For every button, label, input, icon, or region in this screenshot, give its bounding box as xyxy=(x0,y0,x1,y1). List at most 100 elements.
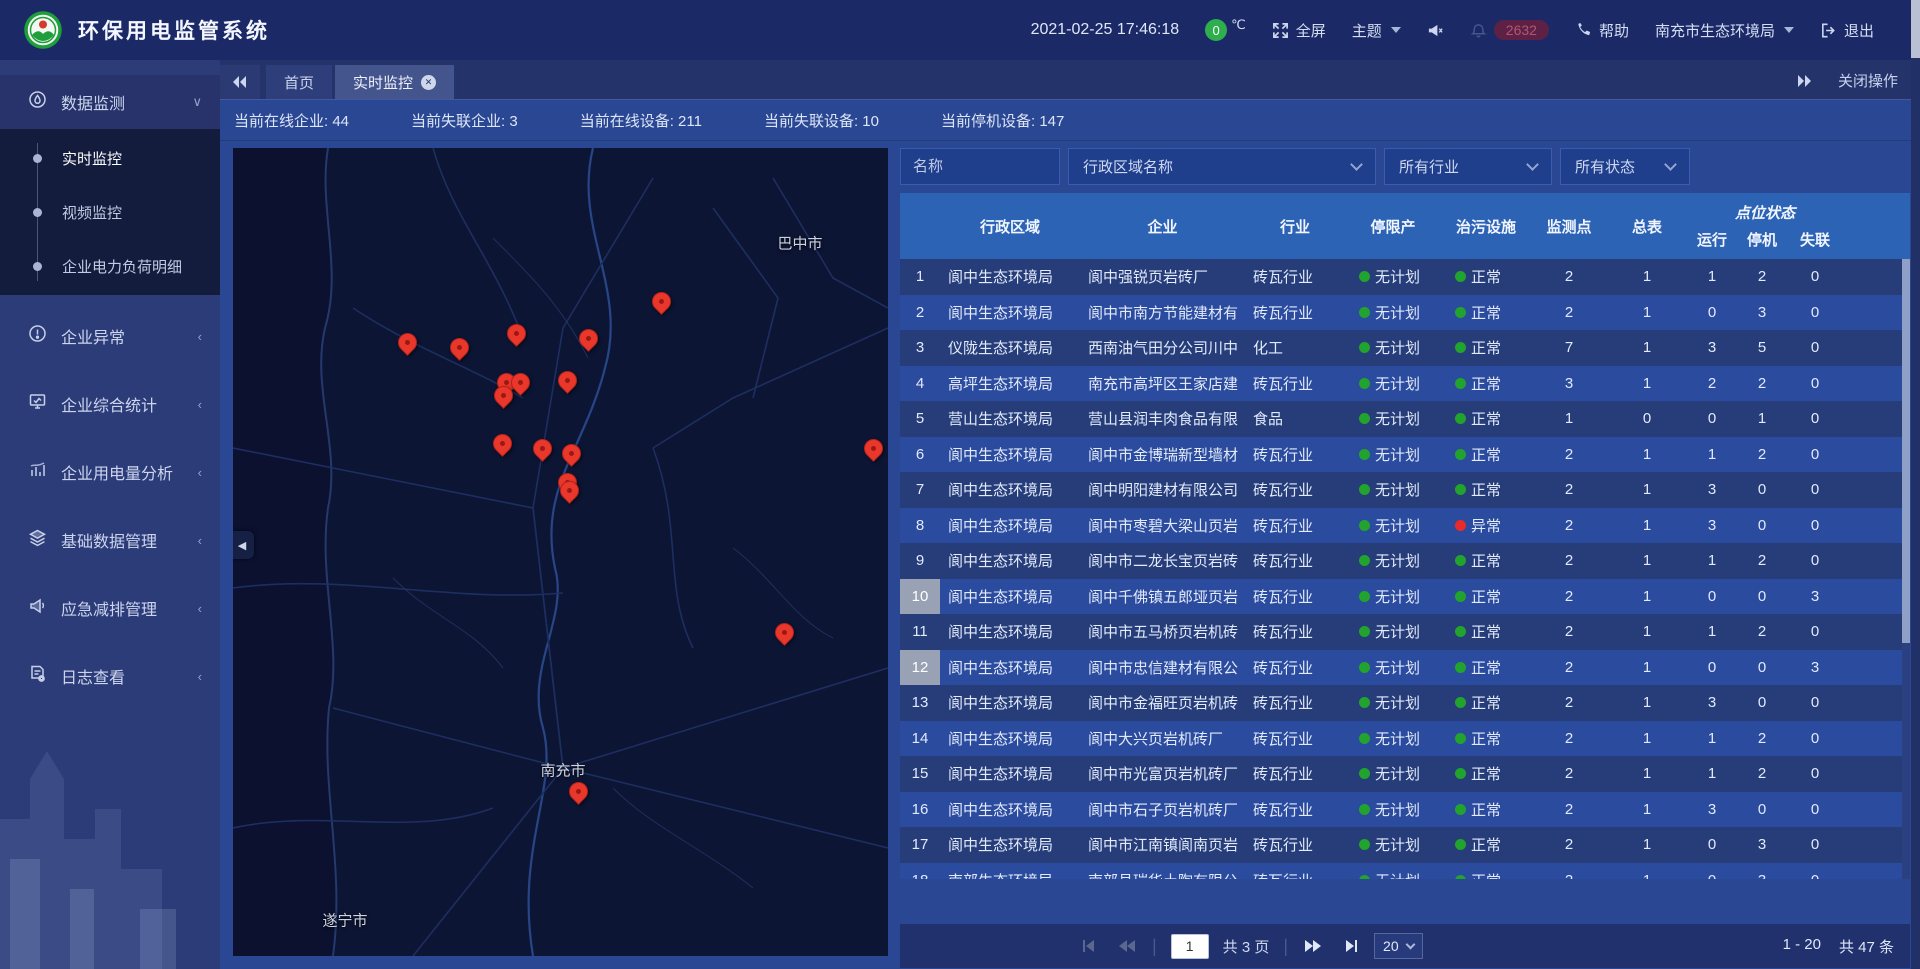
help-label: 帮助 xyxy=(1599,20,1629,41)
sidebar-subitem[interactable]: 企业电力负荷明细 xyxy=(0,239,220,293)
table-row[interactable]: 17 阆中生态环境局 阆中市江南镇阆南页岩 砖瓦行业 无计划 正常 2 1 0 … xyxy=(900,827,1910,863)
sidebar-item-6[interactable]: 应急减排管理 ‹ xyxy=(0,581,220,635)
content-area: 巴中市南充市遂宁市 ◀ 行政区域名称 所有行业 所有状态 xyxy=(220,141,1920,969)
prev-page-button[interactable] xyxy=(1116,935,1138,957)
row-meter: 1 xyxy=(1607,765,1687,782)
sidebar-subitem[interactable]: 实时监控 xyxy=(0,131,220,185)
logout-button[interactable]: 退出 xyxy=(1820,20,1874,41)
status-select[interactable]: 所有状态 xyxy=(1560,148,1690,185)
row-points: 2 xyxy=(1531,588,1607,605)
table-row[interactable]: 16 阆中生态环境局 阆中市石子页岩机砖厂 砖瓦行业 无计划 正常 2 1 3 … xyxy=(900,792,1910,828)
row-meter: 1 xyxy=(1607,836,1687,853)
close-operations-button[interactable]: 关闭操作 xyxy=(1838,70,1898,91)
table-row[interactable]: 3 仪陇生态环境局 西南油气田分公司川中 化工 无计划 正常 7 1 3 5 0 xyxy=(900,330,1910,366)
help-button[interactable]: 帮助 xyxy=(1575,20,1629,41)
row-facility-status: 正常 xyxy=(1441,763,1531,784)
sidebar-item-3[interactable]: 企业综合统计 ‹ xyxy=(0,377,220,431)
region-select[interactable]: 行政区域名称 xyxy=(1068,148,1376,185)
row-stop-status: 无计划 xyxy=(1345,657,1441,678)
status-dot-icon xyxy=(1455,484,1466,495)
row-run: 1 xyxy=(1687,268,1737,285)
tabs-scroll-left-button[interactable] xyxy=(220,65,260,99)
page-size-select[interactable]: 20 xyxy=(1374,933,1423,959)
row-lost: 0 xyxy=(1787,446,1843,463)
monitor-icon xyxy=(28,90,47,114)
sidebar-item-7[interactable]: 日志查看 ‹ xyxy=(0,649,220,703)
next-page-button[interactable] xyxy=(1302,935,1324,957)
fullscreen-button[interactable]: 全屏 xyxy=(1272,20,1326,41)
row-industry: 砖瓦行业 xyxy=(1245,692,1345,713)
table-row[interactable]: 7 阆中生态环境局 阆中明阳建材有限公司 砖瓦行业 无计划 正常 2 1 3 0… xyxy=(900,472,1910,508)
table-scrollbar[interactable] xyxy=(1902,259,1910,879)
table-scrollbar-thumb[interactable] xyxy=(1902,259,1910,643)
sidebar-item-label: 数据监测 xyxy=(61,90,125,114)
table-row[interactable]: 9 阆中生态环境局 阆中市二龙长宝页岩砖 砖瓦行业 无计划 正常 2 1 1 2… xyxy=(900,543,1910,579)
status-dot-icon xyxy=(1359,555,1370,566)
row-stop-status: 无计划 xyxy=(1345,515,1441,536)
table-row[interactable]: 12 阆中生态环境局 阆中市忠信建材有限公 砖瓦行业 无计划 正常 2 1 0 … xyxy=(900,650,1910,686)
sidebar-item-label: 企业用电量分析 xyxy=(61,460,173,484)
sidebar-item-5[interactable]: 基础数据管理 ‹ xyxy=(0,513,220,567)
row-meter: 1 xyxy=(1607,730,1687,747)
table-row[interactable]: 4 高坪生态环境局 南充市高坪区王家店建 砖瓦行业 无计划 正常 3 1 2 2… xyxy=(900,366,1910,402)
row-meter: 0 xyxy=(1607,410,1687,427)
name-search-input[interactable] xyxy=(900,148,1060,185)
table-row[interactable]: 10 阆中生态环境局 阆中千佛镇五郎垭页岩 砖瓦行业 无计划 正常 2 1 0 … xyxy=(900,579,1910,615)
log-icon xyxy=(28,664,47,688)
sidebar-item-label: 企业异常 xyxy=(61,324,125,348)
pagination-bar: | 1 共 3 页 | 20 xyxy=(900,924,1910,968)
last-page-button[interactable] xyxy=(1338,935,1360,957)
notifications-button[interactable]: 2632 xyxy=(1470,20,1549,40)
total-pages-label: 共 3 页 xyxy=(1223,936,1270,957)
row-index: 4 xyxy=(900,366,940,402)
row-region: 南部生态环境局 xyxy=(940,870,1080,879)
page-number-input[interactable]: 1 xyxy=(1171,934,1209,959)
row-region: 高坪生态环境局 xyxy=(940,373,1080,394)
table-row[interactable]: 5 营山生态环境局 营山县润丰肉食品有限 食品 无计划 正常 1 0 0 1 0 xyxy=(900,401,1910,437)
tab-首页[interactable]: 首页 xyxy=(266,65,332,99)
first-page-button[interactable] xyxy=(1080,935,1102,957)
sidebar-item-1[interactable]: 数据监测 ∨ xyxy=(0,75,220,129)
status-dot-icon xyxy=(1359,804,1370,815)
sidebar-item-2[interactable]: 企业异常 ‹ xyxy=(0,309,220,363)
map-collapse-handle[interactable]: ◀ xyxy=(233,531,254,559)
chevron-down-icon xyxy=(1350,158,1363,171)
sidebar-item-4[interactable]: 企业用电量分析 ‹ xyxy=(0,445,220,499)
notification-count-badge: 2632 xyxy=(1494,20,1549,40)
table-row[interactable]: 1 阆中生态环境局 阆中强锐页岩砖厂 砖瓦行业 无计划 正常 2 1 1 2 0 xyxy=(900,259,1910,295)
bullet-icon xyxy=(33,208,42,217)
row-stop-status: 无计划 xyxy=(1345,337,1441,358)
table-row[interactable]: 6 阆中生态环境局 阆中市金博瑞新型墙材 砖瓦行业 无计划 正常 2 1 1 2… xyxy=(900,437,1910,473)
map-panel[interactable]: 巴中市南充市遂宁市 ◀ xyxy=(233,148,888,956)
table-row[interactable]: 18 南部生态环境局 南部县瑞华土陶有限公 砖瓦行业 无计划 正常 2 1 0 … xyxy=(900,863,1910,880)
row-region: 阆中生态环境局 xyxy=(940,657,1080,678)
tab-close-icon[interactable]: ✕ xyxy=(421,75,436,90)
city-label-巴中市: 巴中市 xyxy=(777,233,822,254)
tab-实时监控[interactable]: 实时监控✕ xyxy=(335,65,454,99)
industry-select[interactable]: 所有行业 xyxy=(1384,148,1552,185)
table-row[interactable]: 2 阆中生态环境局 阆中市南方节能建材有 砖瓦行业 无计划 正常 2 1 0 3… xyxy=(900,295,1910,331)
theme-dropdown[interactable]: 主题 xyxy=(1352,20,1401,41)
page-scrollbar-thumb[interactable] xyxy=(1911,0,1920,58)
row-stop-status: 无计划 xyxy=(1345,763,1441,784)
table-row[interactable]: 8 阆中生态环境局 阆中市枣碧大梁山页岩 砖瓦行业 无计划 异常 2 1 3 0… xyxy=(900,508,1910,544)
sidebar-item-label: 应急减排管理 xyxy=(61,596,157,620)
row-company: 阆中强锐页岩砖厂 xyxy=(1080,266,1245,287)
table-row[interactable]: 11 阆中生态环境局 阆中市五马桥页岩机砖 砖瓦行业 无计划 正常 2 1 1 … xyxy=(900,614,1910,650)
sidebar-subitem-label: 实时监控 xyxy=(62,148,122,169)
sidebar-subitem[interactable]: 视频监控 xyxy=(0,185,220,239)
page-scrollbar[interactable] xyxy=(1911,0,1920,969)
table-row[interactable]: 14 阆中生态环境局 阆中大兴页岩机砖厂 砖瓦行业 无计划 正常 2 1 1 2… xyxy=(900,721,1910,757)
table-row[interactable]: 15 阆中生态环境局 阆中市光富页岩机砖厂 砖瓦行业 无计划 正常 2 1 1 … xyxy=(900,756,1910,792)
row-run: 3 xyxy=(1687,801,1737,818)
row-run: 0 xyxy=(1687,659,1737,676)
row-points: 2 xyxy=(1531,304,1607,321)
row-facility-status: 正常 xyxy=(1441,692,1531,713)
double-chevron-right-icon[interactable] xyxy=(1798,75,1812,87)
chevron-down-icon: ∨ xyxy=(192,94,202,110)
table-row[interactable]: 13 阆中生态环境局 阆中市金福旺页岩机砖 砖瓦行业 无计划 正常 2 1 3 … xyxy=(900,685,1910,721)
row-stop-status: 无计划 xyxy=(1345,834,1441,855)
mute-button[interactable] xyxy=(1427,22,1444,39)
range-label: 1 - 20 xyxy=(1783,936,1821,957)
org-dropdown[interactable]: 南充市生态环境局 xyxy=(1655,20,1794,41)
